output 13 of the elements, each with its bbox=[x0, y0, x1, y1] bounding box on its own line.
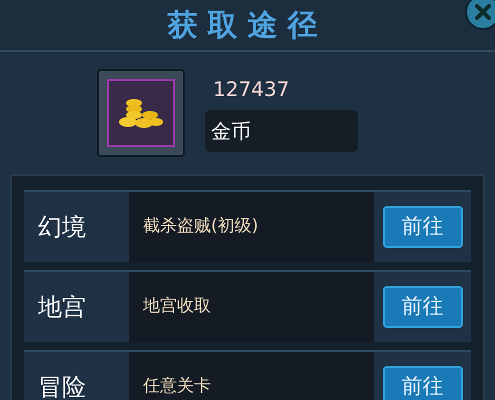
source-category: 冒险 bbox=[38, 372, 86, 400]
item-name-field: 金币 bbox=[205, 110, 358, 152]
source-description: 地宫收取 bbox=[143, 295, 211, 318]
item-amount: 127437 bbox=[212, 76, 290, 103]
close-icon bbox=[474, 3, 492, 21]
source-description: 任意关卡 bbox=[143, 375, 211, 398]
go-button[interactable]: 前往 bbox=[382, 366, 462, 400]
go-button[interactable]: 前往 bbox=[382, 206, 462, 248]
source-category: 地宫 bbox=[38, 292, 86, 323]
source-description: 截杀盗贼(初级) bbox=[143, 215, 258, 238]
window-title: 获取途径 bbox=[168, 6, 328, 44]
go-button[interactable]: 前往 bbox=[382, 286, 462, 328]
source-category: 幻境 bbox=[38, 212, 86, 243]
